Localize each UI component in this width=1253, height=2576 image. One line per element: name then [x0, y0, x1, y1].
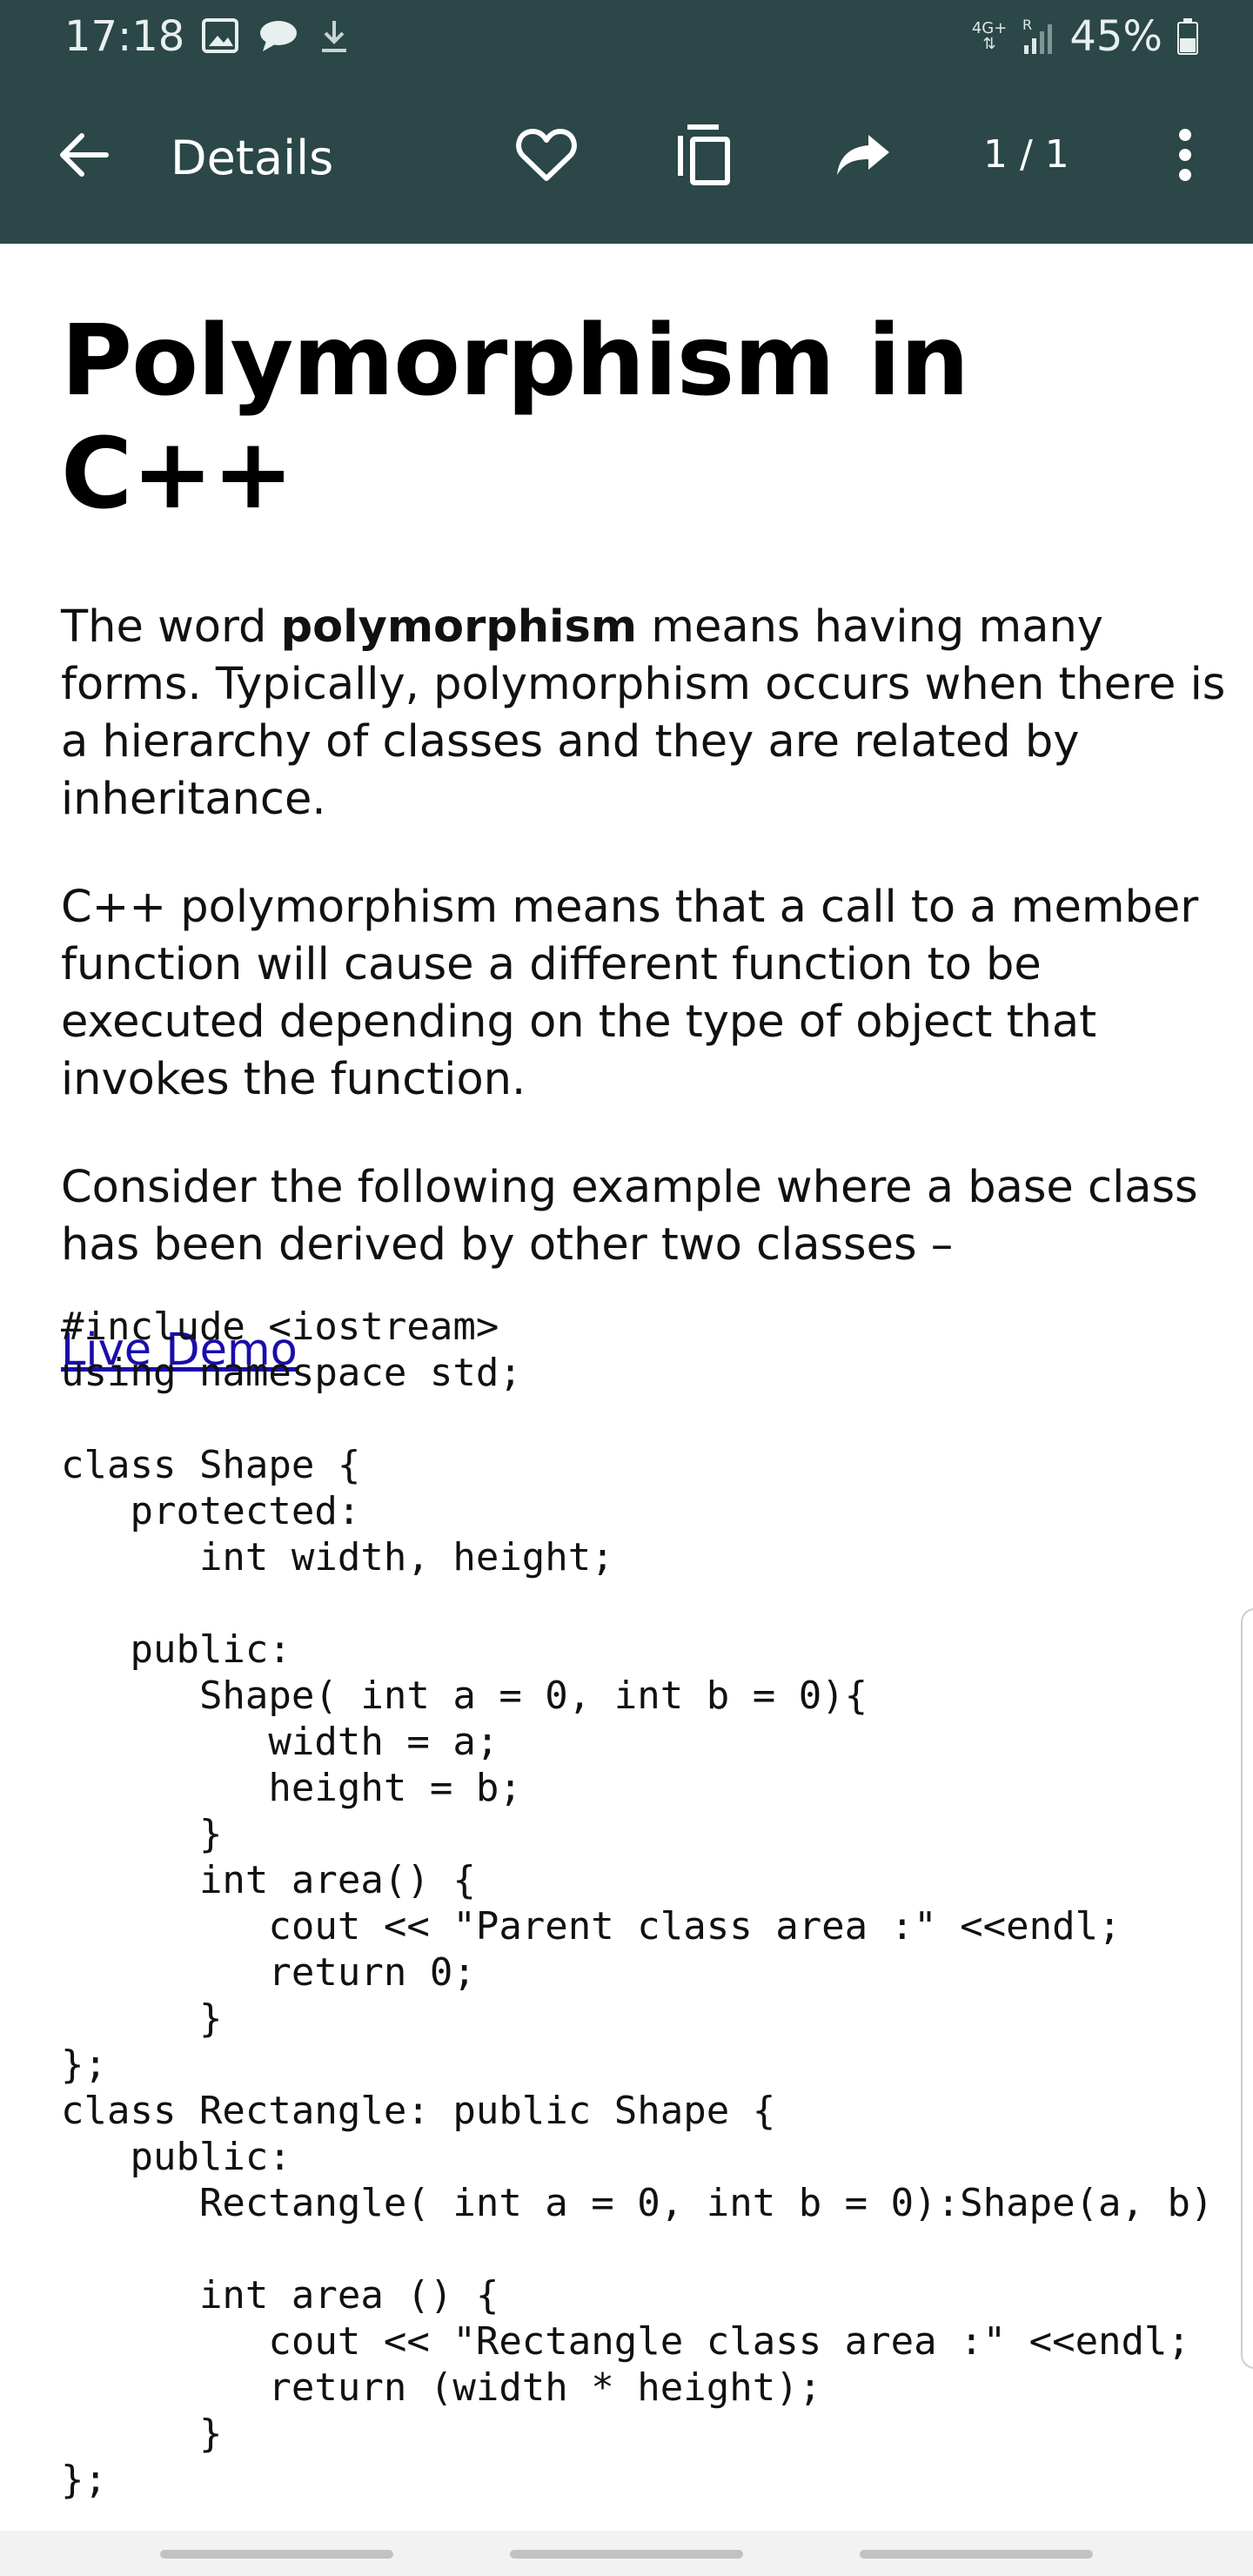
share-icon: [837, 135, 889, 175]
article: Polymorphism in C++ The word polymorphis…: [61, 244, 1227, 1376]
favorite-button[interactable]: [503, 111, 590, 198]
nav-pill-left[interactable]: [160, 2550, 393, 2559]
status-system-icons: 4G+ ⇅ R 45%: [972, 12, 1199, 61]
download-icon: [322, 21, 346, 52]
copy-icon: [678, 124, 730, 185]
gesture-nav-bar: [0, 2531, 1253, 2576]
toolbar: Details 1 / 1: [0, 77, 1253, 244]
status-bar: 17:18 4G+ ⇅ R 45%: [0, 0, 1253, 77]
scroll-handle[interactable]: [1241, 1608, 1253, 2369]
nav-pill-center[interactable]: [510, 2550, 743, 2559]
toolbar-title: Details: [171, 131, 334, 185]
more-vert-icon: [1179, 129, 1191, 181]
chat-bubble-icon: [260, 21, 297, 51]
bold-term: polymorphism: [280, 601, 638, 653]
more-options-button[interactable]: [1142, 111, 1229, 198]
heart-icon: [516, 129, 577, 181]
share-button[interactable]: [820, 111, 907, 198]
back-button[interactable]: [40, 111, 127, 198]
code-block: #include <iostream> using namespace std;…: [61, 1305, 1214, 2502]
page-counter: 1 / 1: [983, 132, 1069, 177]
network-type: 4G+ ⇅: [971, 19, 1008, 53]
status-time: 17:18: [64, 12, 185, 61]
battery-icon: [1177, 18, 1198, 55]
gallery-icon: [202, 18, 238, 53]
status-notification-icons: [202, 17, 350, 54]
page-title: Polymorphism in C++: [61, 305, 969, 531]
signal-icon: R: [1022, 17, 1053, 54]
definition-paragraph: C++ polymorphism means that a call to a …: [61, 882, 1199, 1105]
svg-text:R: R: [1022, 17, 1032, 33]
nav-pill-right[interactable]: [860, 2550, 1093, 2559]
example-intro-paragraph: Consider the following example where a b…: [61, 1162, 1198, 1271]
battery-percent: 45%: [1069, 12, 1163, 61]
top-app-bar: 17:18 4G+ ⇅ R 45% Details 1 / 1: [0, 0, 1253, 244]
back-arrow-icon: [60, 133, 109, 177]
intro-paragraph: The word polymorphism means having many …: [61, 601, 1226, 825]
copy-button[interactable]: [661, 111, 748, 198]
